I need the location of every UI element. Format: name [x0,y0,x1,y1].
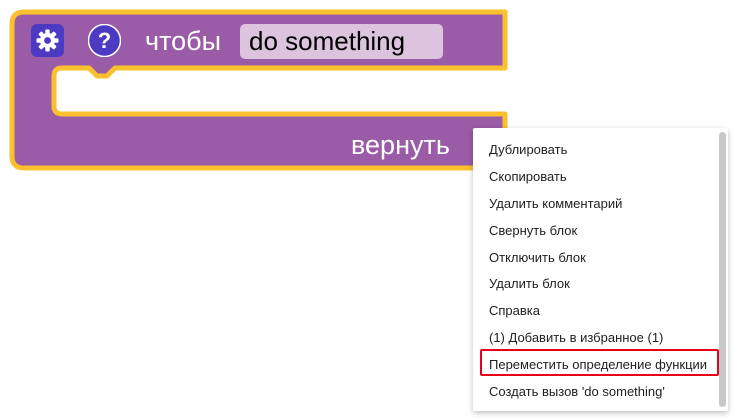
menu-item-help[interactable]: Справка [473,297,716,324]
menu-item-disable-block[interactable]: Отключить блок [473,244,716,271]
menu-item-delete-block[interactable]: Удалить блок [473,270,716,297]
menu-item-add-to-favorites[interactable]: (1) Добавить в избранное (1) [473,324,716,351]
workspace-canvas[interactable]: ? чтобы do something вернуть Дублировать… [0,0,746,419]
svg-text:?: ? [98,28,111,53]
menu-item-copy[interactable]: Скопировать [473,163,716,190]
menu-item-collapse-block[interactable]: Свернуть блок [473,217,716,244]
menu-item-move-function-definition[interactable]: Переместить определение функции [473,351,716,378]
menu-item-duplicate[interactable]: Дублировать [473,136,716,163]
context-menu-list: Дублировать Скопировать Удалить коммента… [473,136,716,405]
block-context-menu: Дублировать Скопировать Удалить коммента… [473,128,728,411]
question-mark-icon[interactable]: ? [88,24,121,57]
context-menu-scrollbar[interactable] [719,132,726,407]
function-name-field[interactable]: do something [240,24,443,59]
menu-item-create-call[interactable]: Создать вызов 'do something' [473,378,716,405]
menu-item-remove-comment[interactable]: Удалить комментарий [473,190,716,217]
gear-icon[interactable] [31,24,64,57]
procedure-return-label: вернуть [351,130,450,160]
procedure-to-label: чтобы [145,26,222,56]
